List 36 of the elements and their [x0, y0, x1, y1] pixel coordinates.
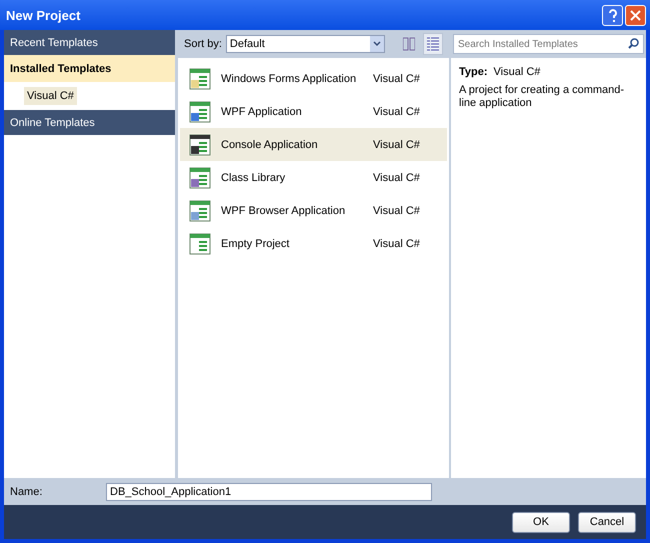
cancel-button[interactable]: Cancel [578, 512, 636, 532]
project-template-icon [188, 100, 212, 124]
help-icon [608, 8, 618, 22]
project-template-icon [188, 232, 212, 256]
caret-icon [373, 41, 382, 47]
template-item[interactable]: WPF Browser Application Visual C# [180, 194, 447, 227]
name-field[interactable]: DB_School_Application1 [106, 482, 432, 500]
template-item[interactable]: Windows Forms Application Visual C# [180, 62, 447, 95]
close-icon [630, 10, 641, 20]
project-template-icon [188, 132, 212, 156]
name-label: Name: [10, 486, 44, 498]
close-button[interactable] [625, 4, 646, 26]
template-item[interactable]: Class Library Visual C# [180, 161, 447, 194]
sort-dropdown[interactable]: Default [226, 35, 386, 53]
template-item[interactable]: WPF Application Visual C# [180, 95, 447, 128]
list-view-icon [403, 37, 416, 51]
search-icon [628, 38, 639, 49]
help-button[interactable] [602, 4, 623, 26]
template-item[interactable]: Console Application Visual C# [180, 128, 447, 161]
description-text: A project for creating a command-line application [459, 84, 626, 110]
sidebar-item[interactable]: Installed Templates [4, 55, 175, 82]
project-template-icon [188, 66, 212, 90]
view-button[interactable] [423, 33, 443, 55]
sidebar-item[interactable]: Online Templates [4, 110, 175, 135]
ok-button[interactable]: OK [512, 512, 570, 532]
type-label: Type: [459, 66, 488, 78]
project-template-icon [188, 166, 212, 190]
type-value: Visual C# [494, 66, 540, 78]
sidebar-item[interactable]: Visual C# [24, 87, 77, 105]
list-view-icon [427, 37, 440, 51]
template-item[interactable]: Empty Project Visual C# [180, 227, 447, 260]
sidebar-item[interactable]: Recent Templates [4, 30, 175, 55]
window-title: New Project [6, 8, 80, 22]
project-template-icon [188, 198, 212, 222]
sort-label: Sort by: [184, 38, 222, 50]
search-field[interactable]: Search Installed Templates [453, 34, 644, 54]
